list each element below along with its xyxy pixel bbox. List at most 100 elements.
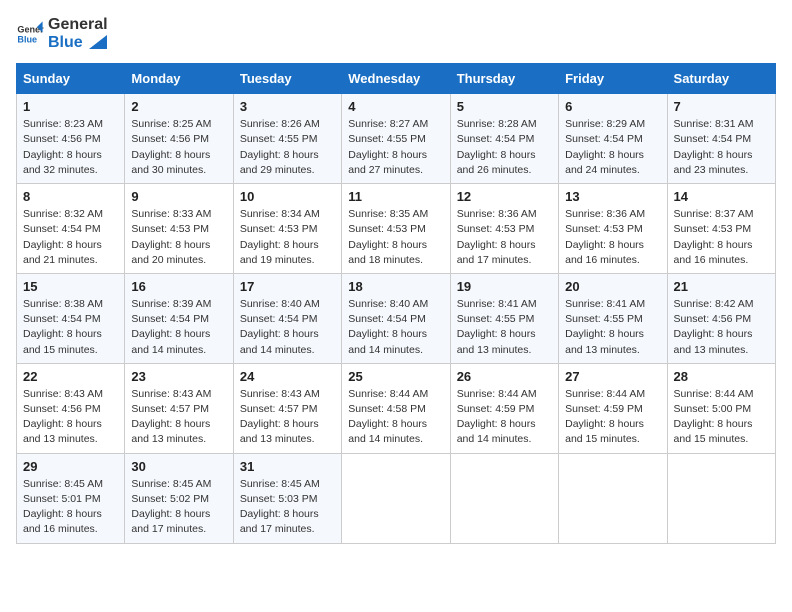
calendar-header-row: SundayMondayTuesdayWednesdayThursdayFrid… (17, 64, 776, 94)
day-number: 9 (131, 189, 226, 204)
day-info: Sunrise: 8:28 AMSunset: 4:54 PMDaylight:… (457, 118, 537, 176)
calendar-cell: 9 Sunrise: 8:33 AMSunset: 4:53 PMDayligh… (125, 184, 233, 274)
day-number: 19 (457, 279, 552, 294)
day-number: 20 (565, 279, 660, 294)
calendar-cell: 14 Sunrise: 8:37 AMSunset: 4:53 PMDaylig… (667, 184, 775, 274)
day-info: Sunrise: 8:41 AMSunset: 4:55 PMDaylight:… (565, 298, 645, 356)
calendar-cell: 19 Sunrise: 8:41 AMSunset: 4:55 PMDaylig… (450, 273, 558, 363)
day-number: 29 (23, 459, 118, 474)
week-row-3: 15 Sunrise: 8:38 AMSunset: 4:54 PMDaylig… (17, 273, 776, 363)
day-number: 12 (457, 189, 552, 204)
day-info: Sunrise: 8:29 AMSunset: 4:54 PMDaylight:… (565, 118, 645, 176)
calendar-cell: 25 Sunrise: 8:44 AMSunset: 4:58 PMDaylig… (342, 363, 450, 453)
day-number: 21 (674, 279, 769, 294)
day-number: 27 (565, 369, 660, 384)
calendar-cell: 13 Sunrise: 8:36 AMSunset: 4:53 PMDaylig… (559, 184, 667, 274)
header: General Blue General Blue (16, 16, 776, 51)
calendar-cell: 31 Sunrise: 8:45 AMSunset: 5:03 PMDaylig… (233, 453, 341, 543)
calendar-body: 1 Sunrise: 8:23 AMSunset: 4:56 PMDayligh… (17, 94, 776, 543)
day-info: Sunrise: 8:45 AMSunset: 5:03 PMDaylight:… (240, 478, 320, 536)
day-info: Sunrise: 8:27 AMSunset: 4:55 PMDaylight:… (348, 118, 428, 176)
day-number: 1 (23, 99, 118, 114)
day-info: Sunrise: 8:38 AMSunset: 4:54 PMDaylight:… (23, 298, 103, 356)
calendar-cell (667, 453, 775, 543)
day-info: Sunrise: 8:45 AMSunset: 5:02 PMDaylight:… (131, 478, 211, 536)
day-info: Sunrise: 8:32 AMSunset: 4:54 PMDaylight:… (23, 208, 103, 266)
header-friday: Friday (559, 64, 667, 94)
day-number: 24 (240, 369, 335, 384)
calendar-cell: 11 Sunrise: 8:35 AMSunset: 4:53 PMDaylig… (342, 184, 450, 274)
day-info: Sunrise: 8:31 AMSunset: 4:54 PMDaylight:… (674, 118, 754, 176)
day-info: Sunrise: 8:44 AMSunset: 4:59 PMDaylight:… (565, 388, 645, 446)
day-number: 30 (131, 459, 226, 474)
day-number: 15 (23, 279, 118, 294)
header-saturday: Saturday (667, 64, 775, 94)
day-info: Sunrise: 8:44 AMSunset: 4:58 PMDaylight:… (348, 388, 428, 446)
day-info: Sunrise: 8:40 AMSunset: 4:54 PMDaylight:… (348, 298, 428, 356)
calendar-cell: 27 Sunrise: 8:44 AMSunset: 4:59 PMDaylig… (559, 363, 667, 453)
header-tuesday: Tuesday (233, 64, 341, 94)
calendar-cell: 7 Sunrise: 8:31 AMSunset: 4:54 PMDayligh… (667, 94, 775, 184)
calendar-cell: 16 Sunrise: 8:39 AMSunset: 4:54 PMDaylig… (125, 273, 233, 363)
day-info: Sunrise: 8:45 AMSunset: 5:01 PMDaylight:… (23, 478, 103, 536)
day-info: Sunrise: 8:40 AMSunset: 4:54 PMDaylight:… (240, 298, 320, 356)
day-number: 11 (348, 189, 443, 204)
calendar-cell: 2 Sunrise: 8:25 AMSunset: 4:56 PMDayligh… (125, 94, 233, 184)
day-number: 10 (240, 189, 335, 204)
week-row-5: 29 Sunrise: 8:45 AMSunset: 5:01 PMDaylig… (17, 453, 776, 543)
calendar-cell (342, 453, 450, 543)
calendar-cell: 15 Sunrise: 8:38 AMSunset: 4:54 PMDaylig… (17, 273, 125, 363)
day-info: Sunrise: 8:39 AMSunset: 4:54 PMDaylight:… (131, 298, 211, 356)
day-info: Sunrise: 8:36 AMSunset: 4:53 PMDaylight:… (565, 208, 645, 266)
day-number: 16 (131, 279, 226, 294)
day-number: 8 (23, 189, 118, 204)
calendar-table: SundayMondayTuesdayWednesdayThursdayFrid… (16, 63, 776, 543)
calendar-cell (450, 453, 558, 543)
week-row-1: 1 Sunrise: 8:23 AMSunset: 4:56 PMDayligh… (17, 94, 776, 184)
day-info: Sunrise: 8:26 AMSunset: 4:55 PMDaylight:… (240, 118, 320, 176)
calendar-cell: 18 Sunrise: 8:40 AMSunset: 4:54 PMDaylig… (342, 273, 450, 363)
day-info: Sunrise: 8:44 AMSunset: 4:59 PMDaylight:… (457, 388, 537, 446)
calendar-cell: 28 Sunrise: 8:44 AMSunset: 5:00 PMDaylig… (667, 363, 775, 453)
calendar-cell: 8 Sunrise: 8:32 AMSunset: 4:54 PMDayligh… (17, 184, 125, 274)
header-sunday: Sunday (17, 64, 125, 94)
day-number: 6 (565, 99, 660, 114)
calendar-cell: 12 Sunrise: 8:36 AMSunset: 4:53 PMDaylig… (450, 184, 558, 274)
day-number: 4 (348, 99, 443, 114)
week-row-4: 22 Sunrise: 8:43 AMSunset: 4:56 PMDaylig… (17, 363, 776, 453)
day-info: Sunrise: 8:25 AMSunset: 4:56 PMDaylight:… (131, 118, 211, 176)
day-info: Sunrise: 8:23 AMSunset: 4:56 PMDaylight:… (23, 118, 103, 176)
day-info: Sunrise: 8:33 AMSunset: 4:53 PMDaylight:… (131, 208, 211, 266)
header-monday: Monday (125, 64, 233, 94)
day-number: 31 (240, 459, 335, 474)
header-wednesday: Wednesday (342, 64, 450, 94)
calendar-cell: 20 Sunrise: 8:41 AMSunset: 4:55 PMDaylig… (559, 273, 667, 363)
day-number: 18 (348, 279, 443, 294)
logo-icon: General Blue (16, 20, 44, 48)
day-number: 28 (674, 369, 769, 384)
week-row-2: 8 Sunrise: 8:32 AMSunset: 4:54 PMDayligh… (17, 184, 776, 274)
day-info: Sunrise: 8:43 AMSunset: 4:57 PMDaylight:… (131, 388, 211, 446)
calendar-cell: 23 Sunrise: 8:43 AMSunset: 4:57 PMDaylig… (125, 363, 233, 453)
calendar-cell: 6 Sunrise: 8:29 AMSunset: 4:54 PMDayligh… (559, 94, 667, 184)
calendar-cell: 26 Sunrise: 8:44 AMSunset: 4:59 PMDaylig… (450, 363, 558, 453)
calendar-cell: 24 Sunrise: 8:43 AMSunset: 4:57 PMDaylig… (233, 363, 341, 453)
day-info: Sunrise: 8:43 AMSunset: 4:56 PMDaylight:… (23, 388, 103, 446)
logo-general: General (48, 16, 108, 34)
day-info: Sunrise: 8:36 AMSunset: 4:53 PMDaylight:… (457, 208, 537, 266)
calendar-cell: 22 Sunrise: 8:43 AMSunset: 4:56 PMDaylig… (17, 363, 125, 453)
day-number: 23 (131, 369, 226, 384)
logo: General Blue General Blue (16, 16, 108, 51)
calendar-cell: 4 Sunrise: 8:27 AMSunset: 4:55 PMDayligh… (342, 94, 450, 184)
day-number: 7 (674, 99, 769, 114)
day-info: Sunrise: 8:35 AMSunset: 4:53 PMDaylight:… (348, 208, 428, 266)
day-info: Sunrise: 8:42 AMSunset: 4:56 PMDaylight:… (674, 298, 754, 356)
logo-blue: Blue (48, 34, 108, 52)
calendar-cell: 21 Sunrise: 8:42 AMSunset: 4:56 PMDaylig… (667, 273, 775, 363)
calendar-cell: 30 Sunrise: 8:45 AMSunset: 5:02 PMDaylig… (125, 453, 233, 543)
day-number: 17 (240, 279, 335, 294)
day-number: 25 (348, 369, 443, 384)
calendar-cell: 29 Sunrise: 8:45 AMSunset: 5:01 PMDaylig… (17, 453, 125, 543)
day-number: 5 (457, 99, 552, 114)
day-number: 14 (674, 189, 769, 204)
